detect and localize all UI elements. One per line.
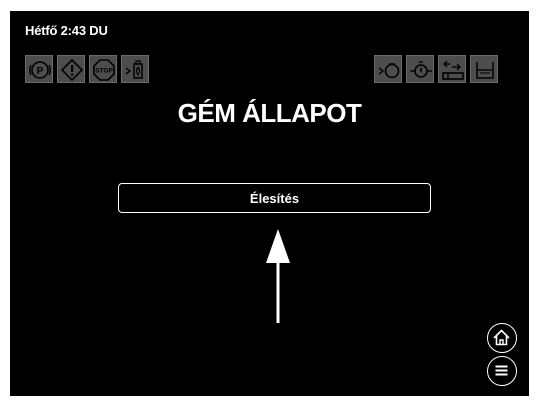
tank-icon — [470, 55, 498, 83]
parking-brake-icon: P — [25, 55, 53, 83]
status-bar: Hétfő 2:43 DU P STOP — [10, 11, 529, 83]
home-button[interactable] — [487, 323, 517, 353]
stop-icon: STOP — [89, 55, 117, 83]
menu-button[interactable] — [487, 356, 517, 386]
fuel-icon — [121, 55, 149, 83]
hydraulic-icon — [438, 55, 466, 83]
warning-icon — [57, 55, 85, 83]
clock: Hétfő 2:43 DU — [25, 23, 108, 38]
svg-text:P: P — [37, 66, 44, 77]
arrow-up-icon — [266, 229, 290, 323]
oil-pressure-icon — [406, 55, 434, 83]
menu-icon — [495, 365, 508, 376]
svg-text:STOP: STOP — [95, 68, 113, 75]
display-screen: Hétfő 2:43 DU P STOP GÉM ÁLLAPOT Élesíté… — [10, 11, 529, 396]
arm-button[interactable]: Élesítés — [118, 183, 431, 213]
home-icon — [493, 329, 510, 346]
engine-icon — [374, 55, 402, 83]
page-title: GÉM ÁLLAPOT — [177, 98, 362, 128]
